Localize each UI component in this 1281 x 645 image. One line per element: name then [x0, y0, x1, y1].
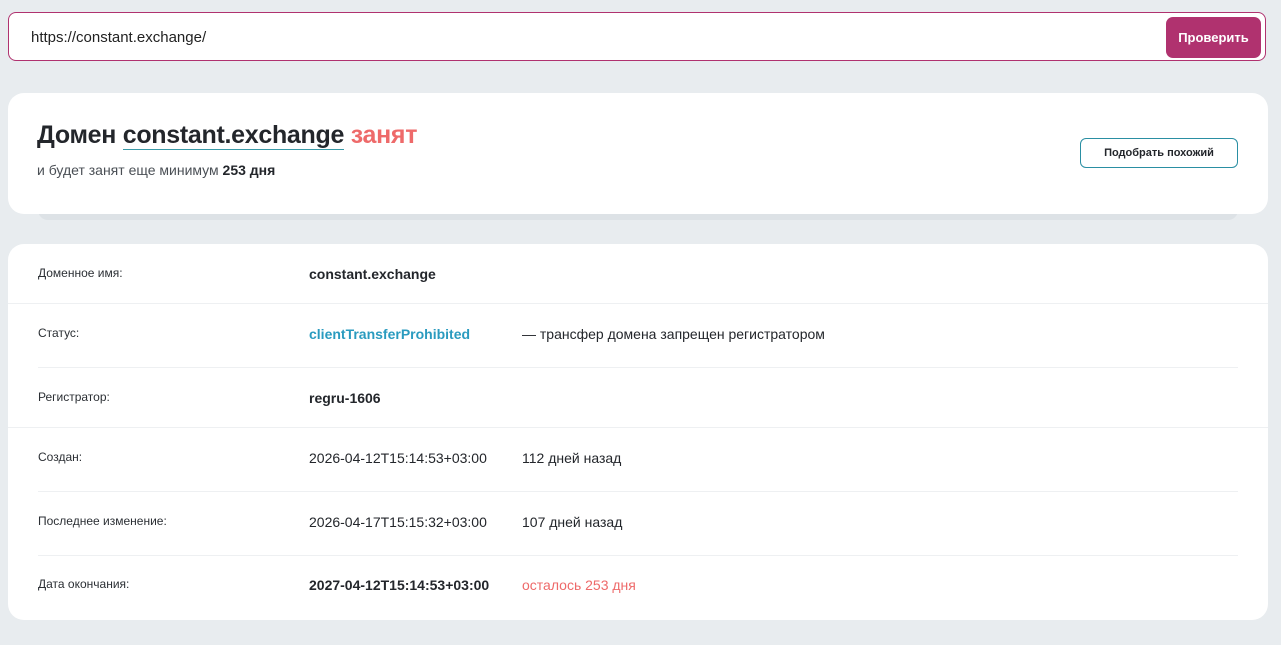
row-divider — [38, 367, 1238, 368]
row-divider — [38, 555, 1238, 556]
headline-status: занят — [350, 121, 418, 149]
check-button[interactable]: Проверить — [1166, 17, 1261, 58]
created-value: 2026-04-12T15:14:53+03:00 — [309, 450, 487, 466]
result-summary-card: Домен constant.exchange занят и будет за… — [8, 93, 1268, 214]
result-headline: Домен constant.exchange занят — [37, 121, 417, 150]
registrar-label: Регистратор: — [38, 390, 110, 404]
status-description: — трансфер домена запрещен регистратором — [522, 326, 825, 342]
domain-name-label: Доменное имя: — [38, 266, 123, 280]
domain-details-card: Доменное имя: constant.exchange Статус: … — [8, 244, 1268, 620]
domain-search-input[interactable] — [29, 13, 1163, 62]
status-value-link[interactable]: clientTransferProhibited — [309, 326, 470, 342]
row-divider — [38, 491, 1238, 492]
row-divider — [8, 303, 1268, 304]
subtitle-days: 253 дня — [222, 162, 276, 178]
headline-prefix: Домен — [37, 121, 117, 149]
modified-value: 2026-04-17T15:15:32+03:00 — [309, 514, 487, 530]
modified-ago: 107 дней назад — [522, 514, 623, 530]
expires-value: 2027-04-12T15:14:53+03:00 — [309, 577, 490, 593]
row-divider — [8, 427, 1268, 428]
status-label: Статус: — [38, 326, 80, 340]
subtitle-prefix: и будет занят еще минимум — [37, 162, 219, 178]
find-similar-button[interactable]: Подобрать похожий — [1080, 138, 1238, 168]
expires-remaining: осталось 253 дня — [522, 577, 636, 593]
domain-search-bar: Проверить — [8, 12, 1266, 62]
result-subtitle: и будет занят еще минимум 253 дня — [37, 162, 275, 178]
created-ago: 112 дней назад — [522, 450, 622, 466]
domain-name-value: constant.exchange — [309, 266, 436, 282]
modified-label: Последнее изменение: — [38, 514, 167, 528]
created-label: Создан: — [38, 450, 83, 464]
expires-label: Дата окончания: — [38, 577, 130, 591]
registrar-value: regru-1606 — [309, 390, 381, 406]
headline-domain[interactable]: constant.exchange — [122, 121, 344, 150]
